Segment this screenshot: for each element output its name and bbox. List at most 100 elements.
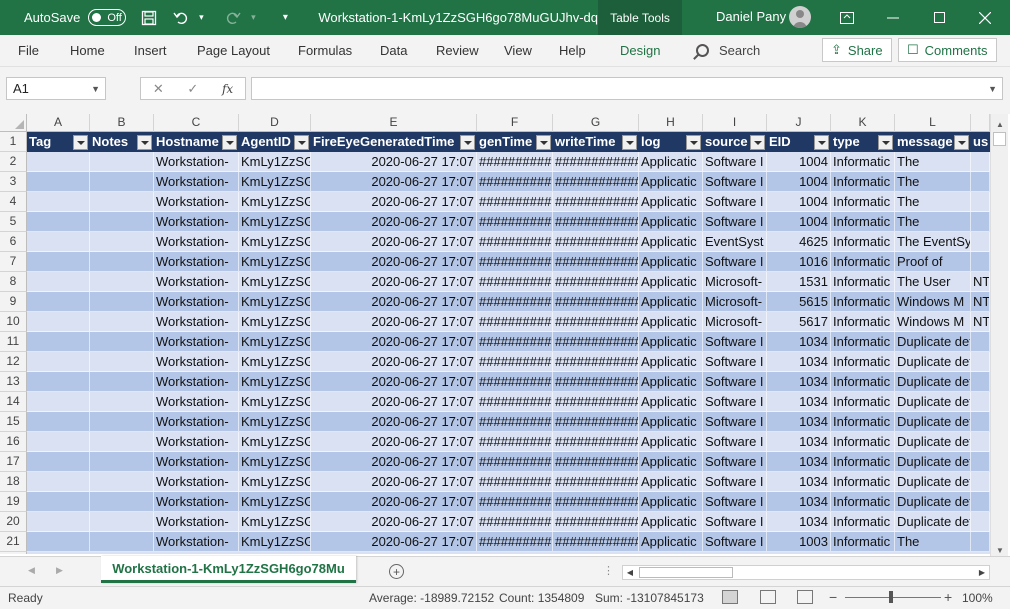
table-cell[interactable]: ############ bbox=[553, 372, 639, 392]
table-cell[interactable]: Workstation- bbox=[154, 152, 239, 172]
table-cell[interactable] bbox=[90, 512, 154, 532]
table-cell[interactable]: Duplicate defi bbox=[895, 512, 971, 532]
table-cell[interactable]: KmLy1ZzSG bbox=[239, 312, 311, 332]
column-header[interactable]: G bbox=[553, 114, 639, 132]
column-header[interactable]: H bbox=[639, 114, 703, 132]
table-cell[interactable]: Duplicate defi bbox=[895, 392, 971, 412]
table-cell[interactable]: KmLy1ZzSG bbox=[239, 512, 311, 532]
table-cell[interactable] bbox=[27, 332, 90, 352]
table-cell[interactable] bbox=[971, 532, 990, 552]
insert-function-icon[interactable]: fx bbox=[222, 82, 233, 96]
table-cell[interactable]: KmLy1ZzSG bbox=[239, 152, 311, 172]
filter-dropdown-icon[interactable] bbox=[750, 135, 765, 150]
user-name[interactable]: Daniel Pany bbox=[716, 9, 786, 24]
table-cell[interactable]: KmLy1ZzSG bbox=[239, 472, 311, 492]
table-cell[interactable] bbox=[90, 472, 154, 492]
comments-button[interactable]: ☐ Comments bbox=[898, 38, 997, 62]
table-cell[interactable]: 1004 bbox=[767, 192, 831, 212]
table-cell[interactable]: Applicatic bbox=[639, 412, 703, 432]
table-cell[interactable] bbox=[27, 312, 90, 332]
table-cell[interactable]: 2020-06-27 17:07 bbox=[311, 372, 477, 392]
row-header[interactable]: 4 bbox=[0, 192, 27, 212]
column-header[interactable]: D bbox=[239, 114, 311, 132]
undo-icon[interactable] bbox=[172, 9, 190, 27]
table-cell[interactable]: Informatic bbox=[831, 452, 895, 472]
table-cell[interactable]: KmLy1ZzSG bbox=[239, 272, 311, 292]
table-cell[interactable]: Microsoft- bbox=[703, 272, 767, 292]
table-cell[interactable]: ############ bbox=[553, 532, 639, 552]
table-cell[interactable]: 2020-06-27 17:07 bbox=[311, 532, 477, 552]
table-cell[interactable]: ############ bbox=[553, 232, 639, 252]
table-cell[interactable]: Applicatic bbox=[639, 272, 703, 292]
table-cell[interactable] bbox=[90, 152, 154, 172]
table-cell[interactable]: ########## bbox=[477, 272, 553, 292]
table-header-cell[interactable]: FireEyeGeneratedTime bbox=[311, 132, 477, 152]
autosave-toggle[interactable]: Off bbox=[88, 9, 127, 26]
table-cell[interactable]: 5615 bbox=[767, 292, 831, 312]
table-cell[interactable] bbox=[27, 352, 90, 372]
table-cell[interactable]: Informatic bbox=[831, 332, 895, 352]
table-header-cell[interactable]: message bbox=[895, 132, 971, 152]
table-cell[interactable]: 2020-06-27 17:07 bbox=[311, 472, 477, 492]
table-cell[interactable]: Informatic bbox=[831, 232, 895, 252]
table-cell[interactable]: ########## bbox=[477, 532, 553, 552]
table-cell[interactable]: KmLy1ZzSG bbox=[239, 192, 311, 212]
table-cell[interactable]: ############ bbox=[553, 172, 639, 192]
row-header[interactable]: 21 bbox=[0, 532, 27, 552]
table-cell[interactable]: ############ bbox=[553, 432, 639, 452]
normal-view-icon[interactable] bbox=[722, 590, 738, 604]
tab-view[interactable]: View bbox=[504, 43, 532, 58]
table-cell[interactable] bbox=[971, 232, 990, 252]
table-cell[interactable]: Workstation- bbox=[154, 292, 239, 312]
row-header[interactable]: 19 bbox=[0, 492, 27, 512]
scroll-up-icon[interactable]: ▲ bbox=[991, 116, 1009, 132]
table-cell[interactable]: KmLy1ZzSG bbox=[239, 352, 311, 372]
table-cell[interactable]: ############ bbox=[553, 392, 639, 412]
table-cell[interactable]: Duplicate defi bbox=[895, 352, 971, 372]
table-cell[interactable] bbox=[27, 192, 90, 212]
tab-home[interactable]: Home bbox=[70, 43, 105, 58]
table-cell[interactable]: KmLy1ZzSG bbox=[239, 252, 311, 272]
table-cell[interactable]: Duplicate defi bbox=[895, 472, 971, 492]
table-cell[interactable]: ########## bbox=[477, 292, 553, 312]
column-header[interactable] bbox=[971, 114, 990, 132]
filter-dropdown-icon[interactable] bbox=[222, 135, 237, 150]
table-cell[interactable] bbox=[90, 432, 154, 452]
table-cell[interactable]: Informatic bbox=[831, 292, 895, 312]
row-header[interactable]: 1 bbox=[0, 132, 27, 152]
table-cell[interactable]: KmLy1ZzSG bbox=[239, 492, 311, 512]
filter-dropdown-icon[interactable] bbox=[73, 135, 88, 150]
avatar[interactable] bbox=[789, 6, 811, 28]
table-cell[interactable]: Workstation- bbox=[154, 332, 239, 352]
filter-dropdown-icon[interactable] bbox=[137, 135, 152, 150]
filter-dropdown-icon[interactable] bbox=[954, 135, 969, 150]
column-header[interactable]: C bbox=[154, 114, 239, 132]
table-header-cell[interactable]: Notes bbox=[90, 132, 154, 152]
filter-dropdown-icon[interactable] bbox=[460, 135, 475, 150]
table-header-cell[interactable]: Hostname bbox=[154, 132, 239, 152]
table-cell[interactable] bbox=[971, 492, 990, 512]
table-cell[interactable]: Informatic bbox=[831, 412, 895, 432]
tab-data[interactable]: Data bbox=[380, 43, 407, 58]
table-cell[interactable] bbox=[90, 172, 154, 192]
table-cell[interactable]: 1034 bbox=[767, 472, 831, 492]
table-cell[interactable]: KmLy1ZzSG bbox=[239, 372, 311, 392]
table-cell[interactable] bbox=[90, 492, 154, 512]
table-cell[interactable] bbox=[27, 512, 90, 532]
table-cell[interactable] bbox=[971, 412, 990, 432]
table-cell[interactable]: 2020-06-27 17:07 bbox=[311, 172, 477, 192]
table-cell[interactable]: KmLy1ZzSG bbox=[239, 292, 311, 312]
filter-dropdown-icon[interactable] bbox=[686, 135, 701, 150]
table-cell[interactable]: 1034 bbox=[767, 372, 831, 392]
table-cell[interactable]: KmLy1ZzSG bbox=[239, 412, 311, 432]
table-cell[interactable]: ########## bbox=[477, 172, 553, 192]
close-icon[interactable] bbox=[962, 0, 1008, 35]
table-cell[interactable]: Workstation- bbox=[154, 512, 239, 532]
table-cell[interactable]: Informatic bbox=[831, 472, 895, 492]
table-cell[interactable]: NT bbox=[971, 292, 990, 312]
zoom-slider-thumb[interactable] bbox=[889, 591, 893, 603]
table-cell[interactable]: KmLy1ZzSG bbox=[239, 232, 311, 252]
tab-formulas[interactable]: Formulas bbox=[298, 43, 352, 58]
previous-sheet-icon[interactable]: ◀ bbox=[28, 565, 35, 576]
table-cell[interactable]: Informatic bbox=[831, 532, 895, 552]
